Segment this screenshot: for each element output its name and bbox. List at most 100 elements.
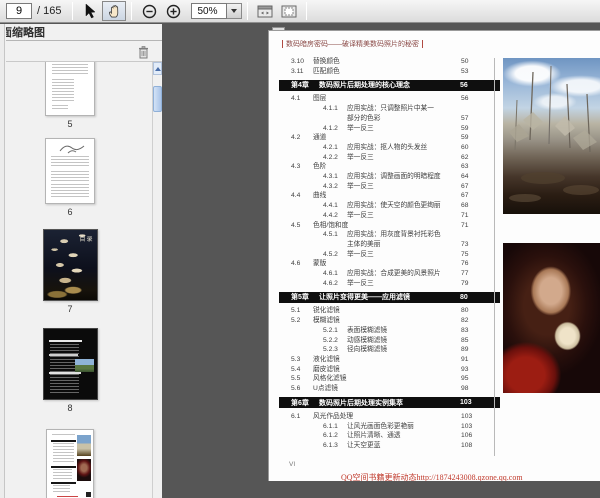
thumbnail-page-number: 7	[67, 304, 73, 314]
trash-icon[interactable]	[137, 45, 150, 59]
zoom-level-combobox[interactable]: 50%	[191, 3, 228, 19]
toc-entry-title: 举一反三	[347, 182, 374, 190]
hand-tool-button[interactable]	[102, 1, 127, 21]
toc-entry-page: 98	[461, 385, 469, 393]
plus-circle-icon	[166, 4, 181, 19]
toc-entry-page: 62	[461, 153, 469, 161]
fit-page-icon	[281, 5, 297, 18]
fit-width-button[interactable]	[253, 1, 277, 21]
toc-entry-page: 67	[461, 192, 469, 200]
thumb-text-lines	[50, 183, 90, 197]
toc-entry-title: 举一反三	[347, 124, 374, 132]
page-thumbnail[interactable]	[42, 328, 98, 400]
toc-entry-title-block: 数码照片后期处理的核心理念	[319, 80, 460, 90]
thumbnail-scrollbar[interactable]	[152, 62, 162, 498]
toc-entry-title-block: 举一反三	[347, 250, 461, 260]
toolbar-separator	[131, 2, 133, 20]
toc-entry-row: 5.2.2 动感模糊滤镜 85	[279, 336, 485, 346]
toc-entry-title: 匹配颜色	[313, 67, 340, 75]
header-rule	[282, 40, 283, 48]
scrollbar-thumb[interactable]	[153, 86, 162, 112]
toc-entry-page: 108	[461, 441, 473, 449]
toc-entry-title: 数码照片后期处理实例集萃	[319, 399, 403, 407]
zoom-dropdown-button[interactable]	[227, 3, 243, 19]
toc-entry-title-block: 应用实战：用灰度背景衬托彩色 主体的美丽	[347, 230, 461, 249]
toc-entry-title-block: 动感模糊滤镜	[347, 336, 461, 346]
toc-entry-page: 95	[461, 375, 469, 383]
toc-entry-title-block: 蒙版	[313, 259, 461, 269]
toc-entry-title-block: 数码照片后期处理实例集萃	[319, 398, 460, 408]
toc-entry-row: 6.1.1 让风光画面色彩更艳丽 103	[279, 422, 485, 432]
toc-entry-page: 60	[461, 143, 469, 151]
thumb-text-lines	[51, 79, 74, 101]
toc-entry-page: 68	[461, 202, 469, 210]
toolbar-separator	[72, 2, 74, 20]
toc-entry-page: 56	[461, 95, 469, 103]
toc-entry-page: 76	[461, 260, 469, 268]
toc-entry-title-block: 举一反三	[347, 182, 461, 192]
toc-entry-page: 83	[461, 326, 469, 334]
toc-entry-number: 4.5.2	[323, 250, 338, 258]
thumb-text-lines	[50, 171, 90, 182]
thumb-text-lines	[50, 155, 90, 169]
pdf-page[interactable]: 数码暗房密码——破译精美数码照片的秘密 3.10 替换颜色 50 3.11 匹配颜色 53…	[268, 30, 600, 481]
toc-entry-number: 4.4.2	[323, 211, 338, 219]
folio-page-number: VI	[289, 461, 296, 468]
toc-entry-number: 4.3.2	[323, 182, 338, 190]
toc-entry-row: 4.5.2 举一反三 75	[279, 250, 485, 260]
toc-entry-title: 让天空更蓝	[347, 441, 381, 449]
document-canvas[interactable]: 数码暗房密码——破译精美数码照片的秘密 3.10 替换颜色 50 3.11 匹配颜色 53…	[162, 24, 600, 498]
toc-entry-title-block: 让风光画面色彩更艳丽	[347, 422, 461, 432]
toc-entry-page: 79	[461, 279, 469, 287]
toc-entry-title-block: 应用实战：调整画面的明暗程度	[347, 172, 461, 182]
toc-entry-page: 75	[461, 250, 469, 258]
toc-entry-row: 4.4.2 举一反三 71	[279, 211, 485, 221]
thumb-text-lines	[51, 63, 89, 76]
toc-entry-number: 4.2.2	[323, 153, 338, 161]
toc-entry-row: 4.5.1 应用实战：用灰度背景衬托彩色 主体的美丽 73	[279, 230, 485, 249]
toc-entry-page: 64	[461, 173, 469, 181]
select-tool-button[interactable]	[78, 1, 102, 21]
scrollbar-up-button[interactable]	[153, 62, 162, 75]
cursor-arrow-icon	[83, 3, 97, 19]
toc-entry-title-block: 举一反三	[347, 153, 461, 163]
toc-entry-title-block: 让照片变得更美——应用滤镜	[319, 292, 460, 302]
toc-entry-number: 3.11	[291, 67, 304, 75]
toc-entry-number: 5.2.2	[323, 336, 338, 344]
page-thumbnail-current[interactable]	[46, 429, 94, 498]
page-number-input[interactable]	[6, 3, 32, 19]
toc-entry-title: 表面模糊滤镜	[347, 326, 388, 334]
toc-entry-title: 色阶	[313, 163, 327, 171]
thumbnails-panel-toolbar	[6, 41, 162, 62]
toc-entry-page: 71	[461, 211, 469, 219]
toc-chapter-row: 第6章 数码照片后期处理实例集萃 103	[279, 397, 500, 409]
thumb-heading-bar	[48, 372, 81, 375]
toc-entry-title-block: 举一反三	[347, 279, 461, 289]
page-thumbnail[interactable]	[45, 62, 95, 116]
toc-entry-row: 6.1 风光作品处理 103	[279, 412, 485, 422]
toc-entry-title: 应用实战：合成更美的风景照片	[347, 270, 441, 278]
toc-entry-title: 动感模糊滤镜	[347, 336, 388, 344]
toc-entry-row: 4.3.1 应用实战：调整画面的明暗程度 64	[279, 172, 485, 182]
toc-entry-title-block: 风格化滤镜	[313, 374, 461, 384]
toc-entry-row: 4.1.1 应用实战：只调整照片中某一 部分的色彩 57	[279, 104, 485, 123]
toc-entry-page: 103	[461, 412, 473, 420]
toc-entry-row: 4.2.1 应用实战：抠人物的头发丝 60	[279, 143, 485, 153]
toc-entry-title-block: 磨皮滤镜	[313, 365, 461, 375]
thumbnail-page-number: 6	[67, 207, 73, 217]
page-thumbnail[interactable]	[45, 138, 95, 204]
thumb-chapter-bar	[50, 439, 76, 442]
watermark-link[interactable]: QQ空间书籍更新动态http://1874243008.qzone.qq.com	[341, 472, 523, 481]
toc-entry-page: 77	[461, 270, 469, 278]
page-thumbnail[interactable]: 目录	[42, 229, 98, 301]
trees-artwork	[509, 65, 599, 202]
fit-page-button[interactable]	[277, 1, 301, 21]
toc-entry-title-block: 色阶	[313, 162, 461, 172]
zoom-out-button[interactable]	[137, 1, 161, 21]
toc-entry-number: 4.5	[291, 221, 301, 229]
zoom-in-button[interactable]	[161, 1, 185, 21]
book-title: 数码暗房密码——破译精美数码照片的秘密	[286, 41, 419, 48]
toc-entry-page: 57	[461, 114, 469, 122]
toc-entry-title-block: 曲线	[313, 191, 461, 201]
toc-entry-number: 4.3	[291, 163, 301, 171]
